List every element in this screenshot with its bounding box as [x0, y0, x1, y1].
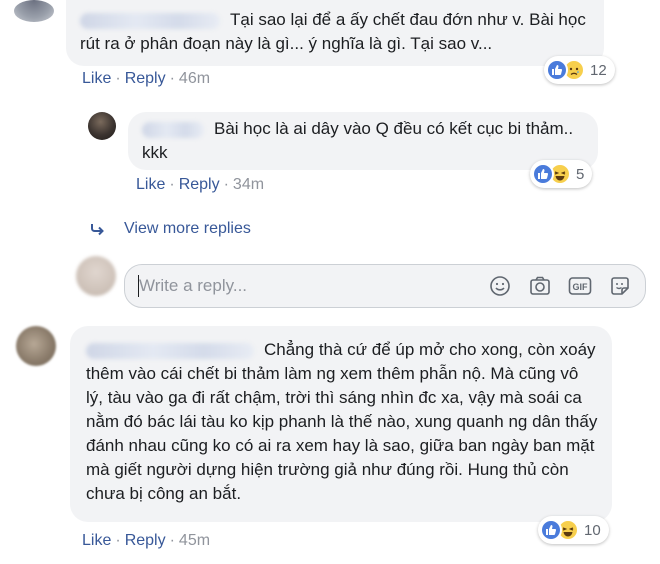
- reaction-summary[interactable]: 12: [544, 56, 615, 84]
- reaction-count: 10: [584, 521, 601, 539]
- reply-link[interactable]: Reply: [179, 176, 220, 193]
- comment-timestamp[interactable]: 46m: [179, 70, 210, 87]
- sticker-icon[interactable]: [607, 273, 633, 299]
- reaction-count: 12: [590, 61, 607, 79]
- view-more-replies-label: View more replies: [124, 220, 251, 237]
- comment-bubble: Tại sao lại để a ấy chết đau đớn như v. …: [66, 0, 604, 66]
- comment-bubble: Chẳng thà cứ để úp mở cho xong, còn xoáy…: [70, 326, 612, 522]
- view-more-replies-link[interactable]: View more replies: [90, 220, 251, 238]
- thumbs-up-icon: [540, 519, 562, 541]
- gif-icon[interactable]: GIF: [567, 273, 593, 299]
- camera-icon[interactable]: [527, 273, 553, 299]
- comment-author-name[interactable]: [80, 12, 220, 29]
- thumbs-up-icon: [532, 163, 554, 185]
- reply-text: Bài học là ai dây vào Q đều có kết cục b…: [142, 119, 574, 162]
- reaction-summary[interactable]: 10: [538, 516, 609, 544]
- like-link[interactable]: Like: [82, 532, 111, 549]
- comment-text: Chẳng thà cứ để úp mở cho xong, còn xoáy…: [86, 340, 598, 503]
- comment-actions: Like · Reply · 45m: [82, 532, 211, 549]
- avatar[interactable]: [88, 112, 116, 140]
- thumbs-up-icon: [546, 59, 568, 81]
- avatar[interactable]: [14, 0, 54, 22]
- avatar: [76, 256, 116, 296]
- comment-timestamp[interactable]: 45m: [179, 532, 210, 549]
- reply-input[interactable]: [125, 265, 487, 307]
- svg-text:GIF: GIF: [573, 282, 589, 292]
- reply-bubble: Bài học là ai dây vào Q đều có kết cục b…: [128, 112, 598, 170]
- reply-arrow-icon: [90, 222, 106, 236]
- avatar[interactable]: [16, 326, 56, 366]
- reply-composer[interactable]: GIF: [124, 264, 646, 308]
- comment-actions: Like · Reply · 46m: [82, 70, 211, 87]
- reaction-summary[interactable]: 5: [530, 160, 593, 188]
- text-cursor: [138, 275, 139, 297]
- reply-link[interactable]: Reply: [125, 532, 166, 549]
- reaction-count: 5: [576, 165, 585, 183]
- like-link[interactable]: Like: [136, 176, 165, 193]
- reply-author-name[interactable]: [142, 121, 204, 138]
- reply-actions: Like · Reply · 34m: [136, 176, 265, 193]
- smiley-icon[interactable]: [487, 273, 513, 299]
- reply-timestamp[interactable]: 34m: [233, 176, 264, 193]
- comment-author-name[interactable]: [86, 342, 254, 359]
- like-link[interactable]: Like: [82, 70, 111, 87]
- reply-link[interactable]: Reply: [125, 70, 166, 87]
